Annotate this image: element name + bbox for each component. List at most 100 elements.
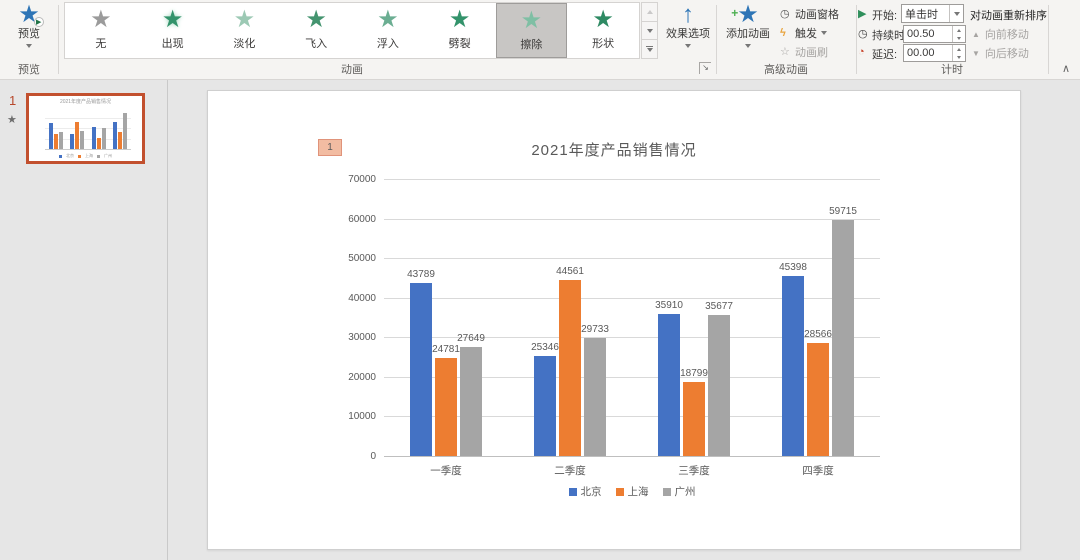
advanced-animation-group-label: 高级动画 <box>716 61 856 77</box>
delay-clock-icon: ◔ <box>858 46 871 58</box>
mini-chart-bar <box>97 138 101 149</box>
gallery-item-label: 劈裂 <box>449 35 471 51</box>
mini-axis-line <box>45 149 131 150</box>
chart-bar[interactable] <box>683 382 705 456</box>
gallery-item-label: 浮入 <box>377 35 399 51</box>
chart-bar[interactable] <box>807 343 829 456</box>
mini-chart-bar <box>80 131 84 149</box>
gallery-item-float-in[interactable]: ★ 浮入 <box>352 3 424 58</box>
legend-item[interactable]: 上海 <box>616 484 649 499</box>
legend-swatch <box>569 488 577 496</box>
gallery-item-fly-in[interactable]: ★ 飞入 <box>280 3 352 58</box>
preview-button-label: 预览 <box>18 28 40 41</box>
add-animation-label: 添加动画 <box>726 28 770 41</box>
animation-pane-button[interactable]: ◷ 动画窗格 <box>780 5 839 22</box>
bar-data-label: 44561 <box>540 266 600 277</box>
timing-group-label: 计时 <box>856 61 1048 77</box>
preview-button[interactable]: ★▶ 预览 <box>2 2 56 60</box>
chart-bar[interactable] <box>708 315 730 456</box>
split-star-icon: ★ <box>449 5 471 35</box>
trigger-label: 触发 <box>795 25 817 41</box>
bar-data-label: 27649 <box>441 333 501 344</box>
scroll-down-icon <box>647 29 653 33</box>
legend-label: 北京 <box>581 484 602 499</box>
legend-swatch <box>616 488 624 496</box>
gallery-item-split[interactable]: ★ 劈裂 <box>424 3 496 58</box>
chart-bar[interactable] <box>435 358 457 456</box>
x-axis-category-label: 三季度 <box>649 463 739 478</box>
move-earlier-label: 向前移动 <box>985 26 1029 42</box>
thumbnail-mini-chart: 2021年度产品销售情况 北京上海广州 <box>29 96 142 161</box>
effect-options-button[interactable]: ↑ 效果选项 <box>662 2 714 60</box>
gallery-item-none[interactable]: ★ 无 <box>65 3 137 58</box>
slide-number: 1 <box>9 93 16 108</box>
mini-chart-legend: 北京上海广州 <box>29 153 142 159</box>
bar-data-label: 29733 <box>565 324 625 335</box>
animation-pane-icon: ◷ <box>780 7 795 20</box>
collapse-ribbon-button[interactable]: ∧ <box>1062 62 1070 75</box>
animation-painter-button: ☆ 动画刷 <box>780 43 828 60</box>
gallery-scroll-down-button[interactable] <box>641 22 658 41</box>
more-chevron-icon <box>647 48 653 52</box>
duration-spinner[interactable] <box>952 26 965 42</box>
chart-bar[interactable] <box>584 338 606 456</box>
start-label: 开始: <box>872 7 897 23</box>
chart-bar[interactable] <box>410 283 432 456</box>
shape-star-icon: ★ <box>592 5 614 35</box>
start-dropdown[interactable]: 单击时 <box>901 4 964 23</box>
chart-bar[interactable] <box>460 347 482 456</box>
bar-data-label: 45398 <box>763 262 823 273</box>
add-animation-button[interactable]: ★+ 添加动画 <box>720 2 776 60</box>
gallery-item-label: 飞入 <box>305 35 327 51</box>
none-star-icon: ★ <box>90 5 112 35</box>
mini-legend-label: 北京 <box>66 153 74 159</box>
gallery-more-button[interactable] <box>641 40 658 59</box>
chart-gridline <box>384 416 880 417</box>
slide-thumbnail-panel: 1 ★ 2021年度产品销售情况 北京上海广州 <box>0 80 168 560</box>
main-area: 1 ★ 2021年度产品销售情况 北京上海广州 1 2021年度产品销售情况 0… <box>0 80 1080 560</box>
y-axis-tick-label: 70000 <box>334 174 376 185</box>
delay-value: 00.00 <box>904 45 952 61</box>
appear-star-icon: ★ <box>162 5 184 35</box>
chart-bar[interactable] <box>658 314 680 456</box>
gallery-scrollbar <box>641 2 658 59</box>
mini-legend-swatch <box>78 155 81 158</box>
chart-bar[interactable] <box>534 356 556 456</box>
legend-item[interactable]: 广州 <box>663 484 696 499</box>
animation-pane-label: 动画窗格 <box>795 6 839 22</box>
effect-options-label: 效果选项 <box>666 28 710 41</box>
chart-bar[interactable] <box>559 280 581 456</box>
mini-legend-swatch <box>97 155 100 158</box>
legend-label: 广州 <box>675 484 696 499</box>
legend-item[interactable]: 北京 <box>569 484 602 499</box>
gallery-scroll-up-button[interactable] <box>641 2 658 22</box>
delay-spinner[interactable] <box>952 45 965 61</box>
animation-painter-label: 动画刷 <box>795 44 828 60</box>
chevron-down-icon <box>26 44 32 48</box>
gallery-item-appear[interactable]: ★ 出现 <box>137 3 209 58</box>
chart-bar[interactable] <box>782 276 804 456</box>
animation-dialog-launcher[interactable]: ↘ <box>699 62 711 74</box>
start-dropdown-button[interactable] <box>949 5 963 22</box>
x-axis-line <box>384 456 880 457</box>
chart-bar[interactable] <box>832 220 854 456</box>
animation-indicator-star-icon: ★ <box>7 113 17 126</box>
gallery-item-label: 擦除 <box>520 36 542 52</box>
gallery-item-wipe-selected[interactable]: ★ 擦除 <box>496 3 568 58</box>
gallery-item-shape[interactable]: ★ 形状 <box>567 3 639 58</box>
group-separator <box>1048 5 1049 74</box>
trigger-button[interactable]: ϟ 触发 <box>780 24 827 41</box>
gallery-item-fade[interactable]: ★ 淡化 <box>209 3 281 58</box>
animation-group-label: 动画 <box>64 61 640 77</box>
move-earlier-button: ▲ 向前移动 <box>972 26 1029 42</box>
mini-legend-label: 广州 <box>104 153 112 159</box>
duration-input[interactable]: 00.50 <box>903 25 966 43</box>
slide[interactable]: 1 2021年度产品销售情况 0100002000030000400005000… <box>207 90 1021 550</box>
slide-thumbnail[interactable]: 2021年度产品销售情况 北京上海广州 <box>26 93 145 164</box>
x-axis-category-label: 二季度 <box>525 463 615 478</box>
delay-input[interactable]: 00.00 <box>903 44 966 62</box>
delay-label: 延迟: <box>872 46 897 62</box>
plus-icon: + <box>731 0 738 26</box>
bar-data-label: 43789 <box>391 269 451 280</box>
mini-legend-swatch <box>59 155 62 158</box>
